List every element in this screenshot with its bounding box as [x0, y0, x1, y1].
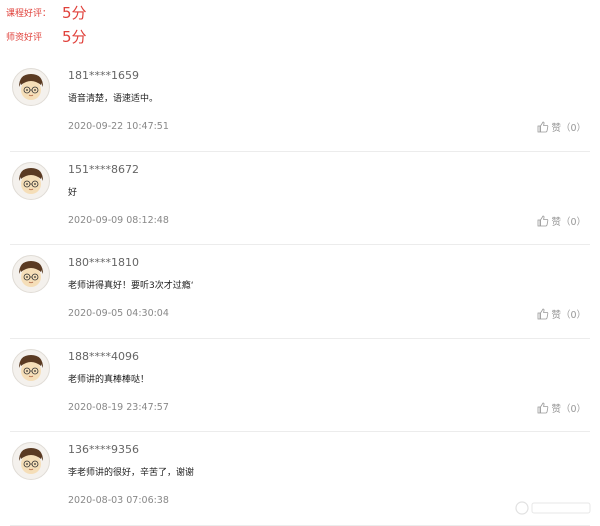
comment-item: 188****4096 老师讲的真棒棒哒！ 2020-08-19 23:47:5…: [10, 339, 590, 432]
comment-time: 2020-08-19 23:47:57: [68, 401, 169, 413]
like-button[interactable]: 赞（0）: [537, 214, 586, 228]
avatar-icon[interactable]: [12, 68, 50, 106]
comment-user: 151****8672: [68, 162, 139, 176]
like-button[interactable]: 赞（0）: [537, 307, 586, 321]
like-count: 赞（0）: [551, 216, 586, 228]
comment-time: 2020-09-09 08:12:48: [68, 214, 169, 226]
avatar-icon[interactable]: [12, 442, 50, 480]
comment-user: 188****4096: [68, 349, 139, 363]
comment-user: 136****9356: [68, 443, 139, 456]
thumbs-up-icon: [538, 215, 549, 226]
comment-text: 老师讲得真好！要听3次才过瘾‘: [68, 281, 194, 291]
comment-list: 181****1659 语音清楚，语速适中。 2020-09-22 10:47:…: [10, 58, 590, 526]
like-count: 赞（0）: [551, 123, 586, 134]
comment-text: 好: [68, 187, 78, 198]
avatar-icon[interactable]: [12, 161, 50, 200]
teacher-rating: 师资好评 5分: [6, 24, 206, 48]
comment-text: 老师讲的真棒棒哒！: [68, 374, 150, 385]
like-count: 赞（0）: [551, 310, 586, 321]
comment-item: 181****1659 语音清楚，语速适中。 2020-09-22 10:47:…: [10, 58, 590, 152]
comment-time: 2020-08-03 07:06:38: [68, 495, 169, 506]
course-rating-label: 课程好评：: [6, 8, 52, 19]
comment-item: 180****1810 老师讲得真好！要听3次才过瘾‘ 2020-09-05 0…: [10, 245, 590, 339]
like-count: 赞（0）: [551, 403, 586, 415]
comment-user: 181****1659: [68, 69, 139, 82]
thumbs-up-icon: [538, 402, 549, 413]
comment-user: 180****1810: [68, 256, 139, 269]
comment-text: 李老师讲的很好，辛苦了，谢谢: [68, 468, 195, 478]
comment-text: 语音清楚，语速适中。: [68, 94, 159, 104]
like-button[interactable]: 赞（0）: [537, 401, 586, 415]
thumbs-up-icon: [538, 308, 549, 320]
avatar-icon[interactable]: [12, 348, 50, 387]
teacher-rating-score: 5分: [62, 27, 87, 46]
rating-summary: 课程好评： 5分 师资好评 5分: [6, 0, 206, 48]
like-button[interactable]: 赞（0）: [537, 120, 586, 134]
thumbs-up-icon: [538, 121, 549, 133]
comment-item: 151****8672 好 2020-09-09 08:12:48 赞（0）: [10, 152, 590, 245]
watermark-logo: [515, 501, 591, 515]
course-rating-score: 5分: [62, 3, 87, 22]
teacher-rating-label: 师资好评: [6, 32, 43, 43]
comment-time: 2020-09-22 10:47:51: [68, 121, 169, 132]
comment-item: 136****9356 李老师讲的很好，辛苦了，谢谢 2020-08-03 07…: [10, 432, 590, 526]
avatar-icon[interactable]: [12, 255, 50, 293]
comment-time: 2020-09-05 04:30:04: [68, 308, 169, 319]
course-rating: 课程好评： 5分: [6, 0, 206, 24]
